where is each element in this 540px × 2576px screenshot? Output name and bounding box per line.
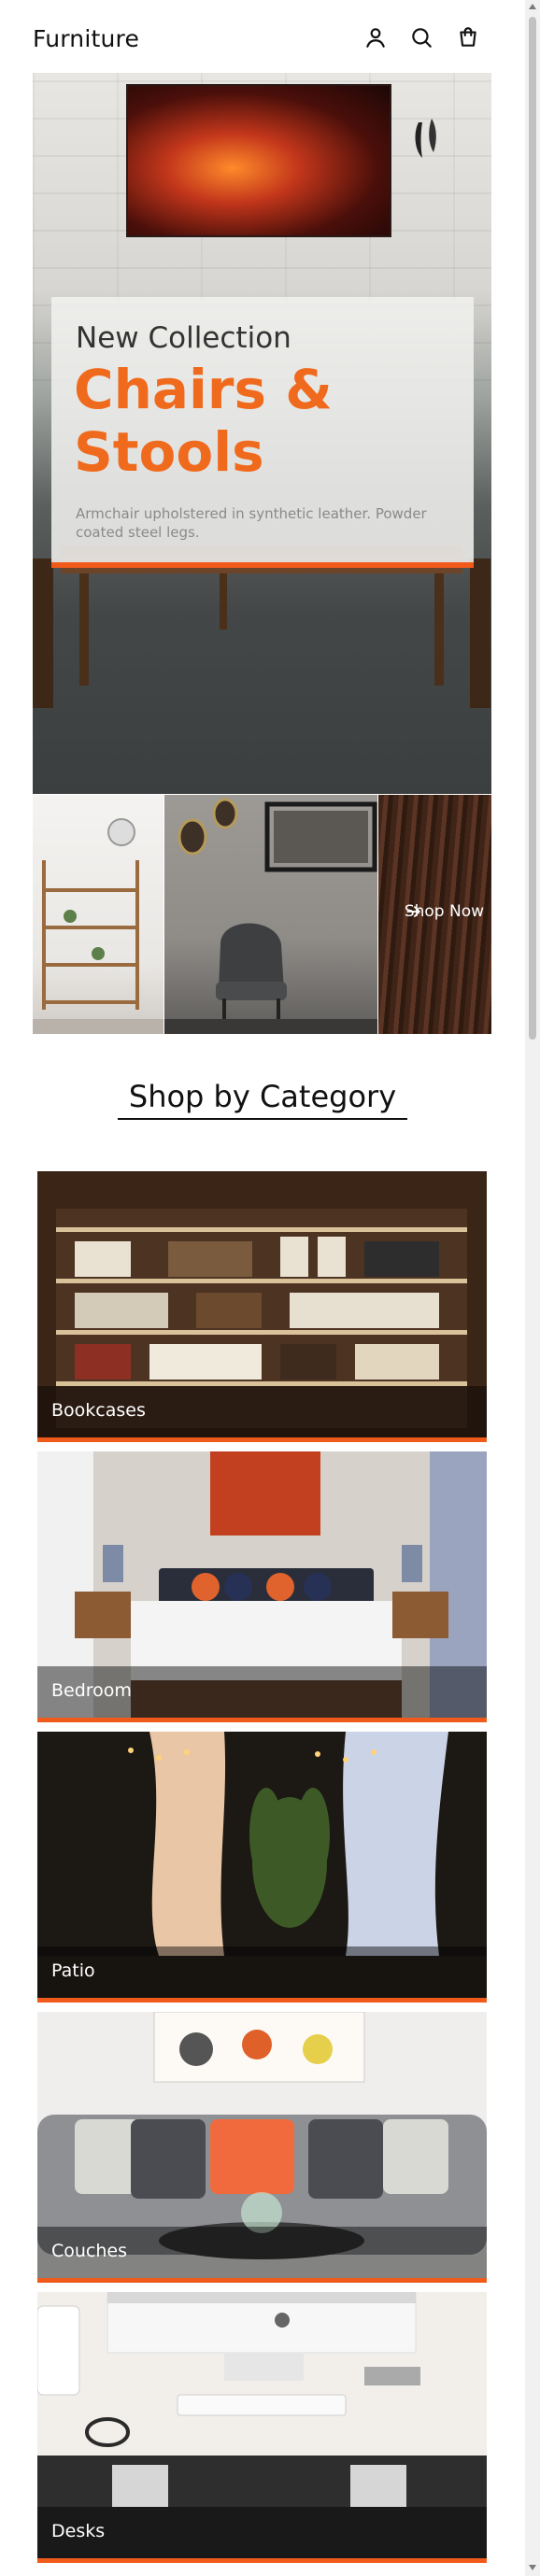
section-heading: Shop by Category xyxy=(117,1079,408,1120)
category-label-bar xyxy=(37,2507,487,2558)
shelf-room-tile[interactable] xyxy=(33,795,163,1034)
hero-description: Armchair upholstered in synthetic leathe… xyxy=(76,505,427,541)
armchair-room-tile[interactable] xyxy=(164,795,377,1034)
site-header: Furniture xyxy=(0,0,525,73)
scroll-up-arrow-icon[interactable] xyxy=(529,4,536,9)
category-section-title: Shop by Category xyxy=(0,1079,525,1120)
category-label-bar xyxy=(37,1946,487,1998)
category-card-bookcases[interactable]: Bookcases xyxy=(37,1171,487,1442)
category-label-bedroom: Bedroom xyxy=(51,1680,132,1701)
arrow-right-icon xyxy=(406,906,420,917)
hero-banner[interactable]: New Collection Chairs & Stools Armchair … xyxy=(33,73,491,794)
category-card-patio[interactable]: Patio xyxy=(37,1732,487,2003)
hero-eyebrow: New Collection xyxy=(76,321,291,355)
shop-now-link[interactable]: Shop Now xyxy=(405,902,484,921)
cart-icon[interactable] xyxy=(456,25,480,50)
hero-title: Chairs & Stools xyxy=(74,358,333,484)
category-card-desks[interactable]: Desks xyxy=(37,2292,487,2563)
scroll-down-arrow-icon[interactable] xyxy=(529,2565,536,2570)
category-card-couches[interactable]: Couches xyxy=(37,2012,487,2283)
search-icon[interactable] xyxy=(409,25,433,50)
wall-decor-image xyxy=(411,115,439,162)
hero-painting-image xyxy=(126,84,391,237)
shop-now-tile[interactable]: Shop Now xyxy=(378,795,491,1034)
category-card-bedroom[interactable]: Bedroom xyxy=(37,1451,487,1722)
page: Furniture New Collection Chairs & Stools… xyxy=(0,0,525,2576)
promo-tiles: Shop Now xyxy=(33,795,491,1034)
account-icon[interactable] xyxy=(363,25,388,50)
brand-logo[interactable]: Furniture xyxy=(33,25,139,52)
category-label-desks: Desks xyxy=(51,2521,106,2541)
scrollbar-thumb[interactable] xyxy=(529,17,536,1040)
hero-table-image xyxy=(33,540,491,727)
category-label-patio: Patio xyxy=(51,1960,95,1981)
hero-promo-card: New Collection Chairs & Stools Armchair … xyxy=(51,297,474,568)
vertical-scrollbar[interactable] xyxy=(525,0,540,2576)
category-label-couches: Couches xyxy=(51,2241,128,2261)
category-label-bookcases: Bookcases xyxy=(51,1400,146,1421)
